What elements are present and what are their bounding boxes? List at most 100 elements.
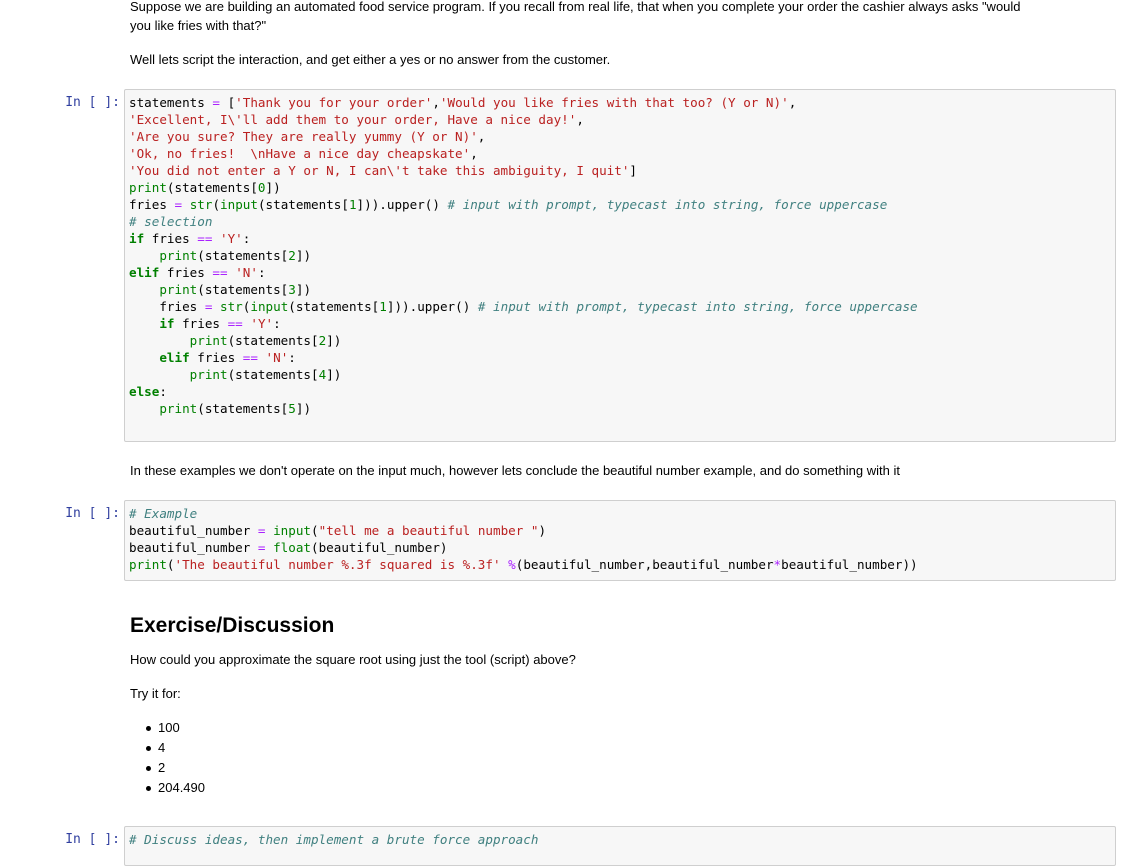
code-token: : <box>257 265 266 280</box>
code-line: beautiful_number = input("tell me a beau… <box>129 522 918 539</box>
code-token: 'Thank you for your order' <box>235 95 433 110</box>
code-token: ] <box>629 163 638 178</box>
code-cell-2-source[interactable]: # Example beautiful_number = input("tell … <box>129 505 918 573</box>
code-cell-3[interactable]: # Discuss ideas, then implement a brute … <box>124 826 1116 866</box>
code-line: print(statements[3]) <box>129 281 918 298</box>
code-token: (statements[ <box>227 367 319 382</box>
code-token: ]) <box>326 367 342 382</box>
code-token: print <box>189 367 228 382</box>
code-token: , <box>788 95 797 110</box>
code-token: print <box>159 401 198 416</box>
code-line: fries = str(input(statements[1])).upper(… <box>129 196 918 213</box>
code-token: print <box>129 557 167 572</box>
code-token: print <box>129 180 167 195</box>
code-token: 'Ok, no fries! \nHave a nice day cheapsk… <box>129 146 471 161</box>
code-token: 'Excellent, I\'ll add them to your order… <box>129 112 577 127</box>
code-token: = <box>174 197 183 212</box>
code-token: ]) <box>295 282 312 297</box>
code-line: print(statements[4]) <box>129 366 918 383</box>
code-line: print(statements[2]) <box>129 247 918 264</box>
code-token: fries <box>174 316 228 331</box>
code-line: 'Ok, no fries! \nHave a nice day cheapsk… <box>129 145 918 162</box>
code-token: if <box>159 316 175 331</box>
code-token: 'You did not enter a Y or N, I can\'t ta… <box>129 163 630 178</box>
code-token: print <box>159 282 198 297</box>
code-token: input <box>273 523 312 538</box>
code-token: # input with prompt, typecast into strin… <box>477 299 918 314</box>
code-line: # Discuss ideas, then implement a brute … <box>129 831 538 848</box>
code-token: input <box>250 299 289 314</box>
code-token: # Discuss ideas, then implement a brute … <box>129 832 539 847</box>
code-token: ( <box>212 197 221 212</box>
bullet-icon <box>146 726 151 731</box>
list-item-text: 204.490 <box>158 780 205 795</box>
code-line: print(statements[2]) <box>129 332 918 349</box>
code-token: 1 <box>348 197 357 212</box>
code-line: print(statements[5]) <box>129 400 918 417</box>
code-line: beautiful_number = float(beautiful_numbe… <box>129 539 918 556</box>
code-token: 'Y' <box>220 231 243 246</box>
code-token: ) <box>538 523 547 538</box>
code-token: 3 <box>288 282 296 297</box>
code-token: (statements[ <box>197 401 289 416</box>
code-token: ]) <box>265 180 281 195</box>
code-token: % <box>508 557 516 572</box>
code-line: print('The beautiful number %.3f squared… <box>129 556 918 573</box>
code-token: , <box>576 112 584 127</box>
code-token: = <box>257 523 266 538</box>
code-token: 'The beautiful number %.3f squared is %.… <box>174 557 501 572</box>
code-token: (statements[ <box>197 248 289 263</box>
code-token: str <box>220 299 243 314</box>
try-list: 100 4 2 204.490 <box>130 718 205 798</box>
code-token: : <box>273 316 281 331</box>
code-token: * <box>773 557 782 572</box>
code-cell-1[interactable]: statements = ['Thank you for your order'… <box>124 89 1116 442</box>
code-cell-3-source[interactable]: # Discuss ideas, then implement a brute … <box>129 831 538 848</box>
code-token: 1 <box>379 299 387 314</box>
code-token: fries <box>159 265 213 280</box>
code-token: , <box>470 146 478 161</box>
bullet-icon <box>146 766 151 771</box>
code-token: 'N' <box>235 265 258 280</box>
code-token: (statements[ <box>288 299 380 314</box>
code-token: fries <box>129 299 205 314</box>
try-label: Try it for: <box>130 686 181 701</box>
code-line: else: <box>129 383 918 400</box>
code-token: : <box>159 384 167 399</box>
code-token: beautiful_number <box>129 540 258 555</box>
code-token: 0 <box>257 180 266 195</box>
code-token: # Example <box>129 506 198 521</box>
code-cell-2[interactable]: # Example beautiful_number = input("tell … <box>124 500 1116 581</box>
code-token: ( <box>311 523 319 538</box>
code-token: ]) <box>295 401 312 416</box>
code-token: ])) <box>386 299 410 314</box>
list-item: 204.490 <box>130 778 205 798</box>
code-token: beautiful_number)) <box>781 557 918 572</box>
code-token: else <box>129 384 160 399</box>
code-token: .upper() <box>379 197 448 212</box>
code-token: : <box>288 350 296 365</box>
code-line: elif fries == 'N': <box>129 264 918 281</box>
code-token: = <box>212 95 220 110</box>
code-token: 'Y' <box>250 316 274 331</box>
code-token: beautiful_number <box>129 523 258 538</box>
code-token: fries <box>189 350 243 365</box>
code-token: ])) <box>356 197 380 212</box>
code-line: fries = str(input(statements[1])).upper(… <box>129 298 918 315</box>
code-token: 5 <box>288 401 296 416</box>
code-token: str <box>189 197 213 212</box>
code-cell-1-source[interactable]: statements = ['Thank you for your order'… <box>129 94 918 417</box>
list-item-text: 4 <box>158 740 166 755</box>
code-token: (statements[ <box>197 282 289 297</box>
